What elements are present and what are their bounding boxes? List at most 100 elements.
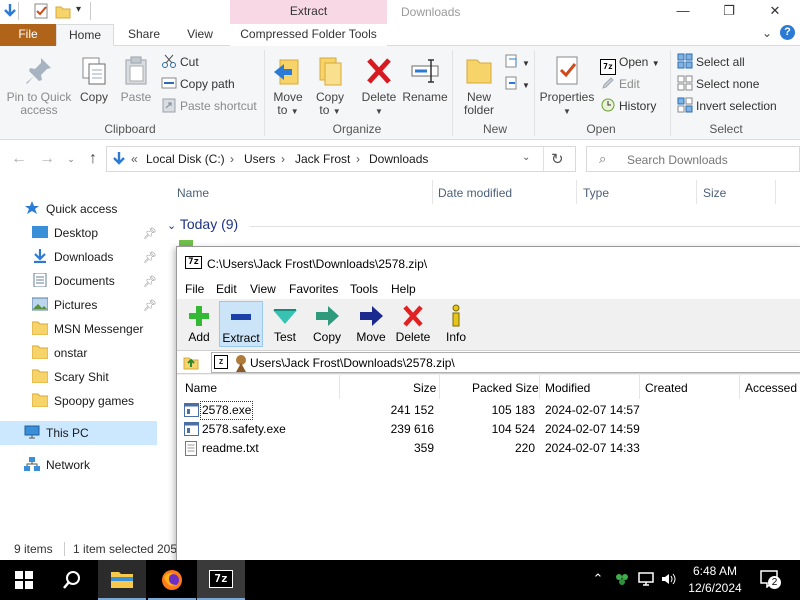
zip-column-size[interactable]: Size: [413, 381, 436, 395]
search-box[interactable]: ⌕ Search Downloads: [586, 146, 800, 172]
qat-dropdown-icon[interactable]: ▾: [76, 4, 81, 15]
column-header-size[interactable]: Size: [703, 186, 726, 200]
action-center-button[interactable]: 2: [760, 570, 782, 590]
search-button[interactable]: [48, 560, 96, 600]
expand-ribbon-icon[interactable]: ⌄: [762, 26, 772, 40]
pin-icon[interactable]: 📌︎: [143, 275, 157, 288]
paste-shortcut-button[interactable]: Paste shortcut: [161, 96, 257, 116]
toolbar-move-button[interactable]: Move: [349, 301, 393, 347]
volume-tray-icon[interactable]: [660, 571, 676, 587]
easy-access-button[interactable]: ▼: [503, 74, 530, 94]
new-folder-button[interactable]: New folder: [458, 54, 500, 117]
zip-row-2578-safety-exe[interactable]: 2578.safety.exe 239 616 104 524 2024-02-…: [177, 420, 800, 439]
toolbar-add-button[interactable]: Add: [177, 301, 221, 347]
zip-column-accessed[interactable]: Accessed: [745, 381, 797, 395]
menu-tools[interactable]: Tools: [350, 282, 378, 296]
taskbar-firefox[interactable]: [148, 560, 196, 600]
paste-button[interactable]: Paste: [118, 54, 154, 104]
breadcrumb-chevron-icon[interactable]: ›: [356, 152, 360, 166]
address-overflow[interactable]: «: [131, 152, 138, 166]
edit-button[interactable]: Edit: [600, 74, 640, 94]
toolbar-copy-button[interactable]: Copy: [305, 301, 349, 347]
network-tray-icon[interactable]: [638, 571, 654, 587]
address-dropdown-icon[interactable]: ⌄: [522, 152, 530, 163]
back-arrow-icon[interactable]: ←: [10, 150, 28, 168]
breadcrumb-downloads[interactable]: Downloads: [369, 152, 428, 166]
pin-to-quick-access-button[interactable]: Pin to Quick access: [4, 54, 74, 117]
pin-icon[interactable]: 📌︎: [143, 299, 157, 312]
nav-item-pictures[interactable]: Pictures: [32, 294, 97, 316]
minimize-button[interactable]: —: [660, 0, 706, 24]
start-button[interactable]: [0, 560, 48, 600]
maximize-button[interactable]: ❐: [706, 0, 752, 24]
up-folder-icon[interactable]: [183, 354, 199, 370]
pin-icon[interactable]: 📌︎: [143, 251, 157, 264]
down-arrow-icon[interactable]: [2, 3, 18, 19]
breadcrumb-users[interactable]: Users: [244, 152, 275, 166]
toolbar-test-button[interactable]: Test: [263, 301, 307, 347]
pin-icon[interactable]: 📌︎: [143, 227, 157, 240]
invert-selection-button[interactable]: Invert selection: [677, 96, 777, 116]
breadcrumb-chevron-icon[interactable]: ›: [281, 152, 285, 166]
breadcrumb-jack-frost[interactable]: Jack Frost: [295, 152, 350, 166]
select-none-button[interactable]: Select none: [677, 74, 759, 94]
zip-column-packed-size[interactable]: Packed Size: [472, 381, 539, 395]
zip-column-created[interactable]: Created: [645, 381, 688, 395]
breadcrumb-local-disk[interactable]: Local Disk (C:): [146, 152, 225, 166]
open-button[interactable]: 7z Open ▼: [600, 52, 660, 75]
tab-compressed-folder-tools[interactable]: Compressed Folder Tools: [230, 24, 387, 46]
menu-file[interactable]: File: [185, 282, 204, 296]
tab-home[interactable]: Home: [56, 24, 114, 46]
delete-button[interactable]: Delete ▼: [358, 54, 400, 118]
properties-button[interactable]: Properties ▼: [538, 54, 596, 118]
security-tray-icon[interactable]: [614, 571, 630, 587]
menu-view[interactable]: View: [250, 282, 276, 296]
copy-to-button[interactable]: Copy to ▼: [310, 54, 350, 118]
toolbar-extract-button[interactable]: Extract: [219, 301, 263, 347]
taskbar-clock[interactable]: 6:48 AM 12/6/2024: [680, 563, 750, 597]
rename-button[interactable]: Rename: [402, 54, 448, 104]
toolbar-info-button[interactable]: Info: [434, 301, 478, 347]
select-all-button[interactable]: Select all: [677, 52, 745, 72]
contextual-tab-extract[interactable]: Extract: [230, 0, 387, 24]
help-icon[interactable]: ?: [780, 25, 795, 40]
taskbar-7zip[interactable]: 7z: [197, 560, 245, 600]
show-hidden-icons-chevron-icon[interactable]: ⌃: [590, 571, 606, 587]
cut-button[interactable]: Cut: [161, 52, 199, 72]
recent-locations-chevron-icon[interactable]: ⌄: [62, 150, 80, 168]
zip-column-name[interactable]: Name: [185, 381, 217, 395]
7zip-path-input[interactable]: Z Users\Jack Frost\Downloads\2578.zip\: [211, 352, 800, 373]
toolbar-delete-button[interactable]: Delete: [391, 301, 435, 347]
nav-item-downloads[interactable]: Downloads: [32, 246, 113, 268]
nav-item-onstar[interactable]: onstar: [32, 342, 87, 364]
move-to-button[interactable]: Move to ▼: [268, 54, 308, 118]
history-button[interactable]: History: [600, 96, 656, 116]
nav-item-msn-messenger[interactable]: MSN Messenger: [32, 318, 143, 340]
nav-this-pc[interactable]: This PC: [24, 422, 89, 444]
menu-edit[interactable]: Edit: [216, 282, 237, 296]
zip-row-2578-exe[interactable]: 2578.exe 241 152 105 183 2024-02-07 14:5…: [177, 401, 800, 420]
tab-file[interactable]: File: [0, 24, 56, 46]
up-arrow-icon[interactable]: ↑: [84, 150, 102, 168]
nav-network[interactable]: Network: [24, 454, 90, 476]
forward-arrow-icon[interactable]: →: [38, 150, 56, 168]
refresh-icon[interactable]: ↻: [551, 150, 564, 168]
nav-item-documents[interactable]: Documents: [32, 270, 115, 292]
menu-help[interactable]: Help: [391, 282, 416, 296]
column-header-name[interactable]: Name: [177, 186, 209, 200]
nav-quick-access[interactable]: Quick access: [24, 198, 117, 220]
tab-view[interactable]: View: [172, 24, 228, 46]
column-header-date-modified[interactable]: Date modified: [438, 186, 512, 200]
address-bar[interactable]: « Local Disk (C:) › Users › Jack Frost ›…: [106, 146, 576, 172]
menu-favorites[interactable]: Favorites: [289, 282, 338, 296]
nav-item-scary-shit[interactable]: Scary Shit: [32, 366, 109, 388]
new-item-button[interactable]: ▼: [503, 52, 530, 72]
breadcrumb-chevron-icon[interactable]: ›: [230, 152, 234, 166]
copy-button[interactable]: Copy: [76, 54, 112, 104]
group-header-today[interactable]: ⌄ Today (9): [167, 216, 238, 232]
nav-item-spoopy-games[interactable]: Spoopy games: [32, 390, 134, 412]
zip-row-readme-txt[interactable]: readme.txt 359 220 2024-02-07 14:33: [177, 439, 800, 458]
nav-item-desktop[interactable]: Desktop: [32, 222, 98, 244]
zip-column-modified[interactable]: Modified: [545, 381, 590, 395]
7zip-title-bar[interactable]: 7z C:\Users\Jack Frost\Downloads\2578.zi…: [177, 247, 800, 279]
